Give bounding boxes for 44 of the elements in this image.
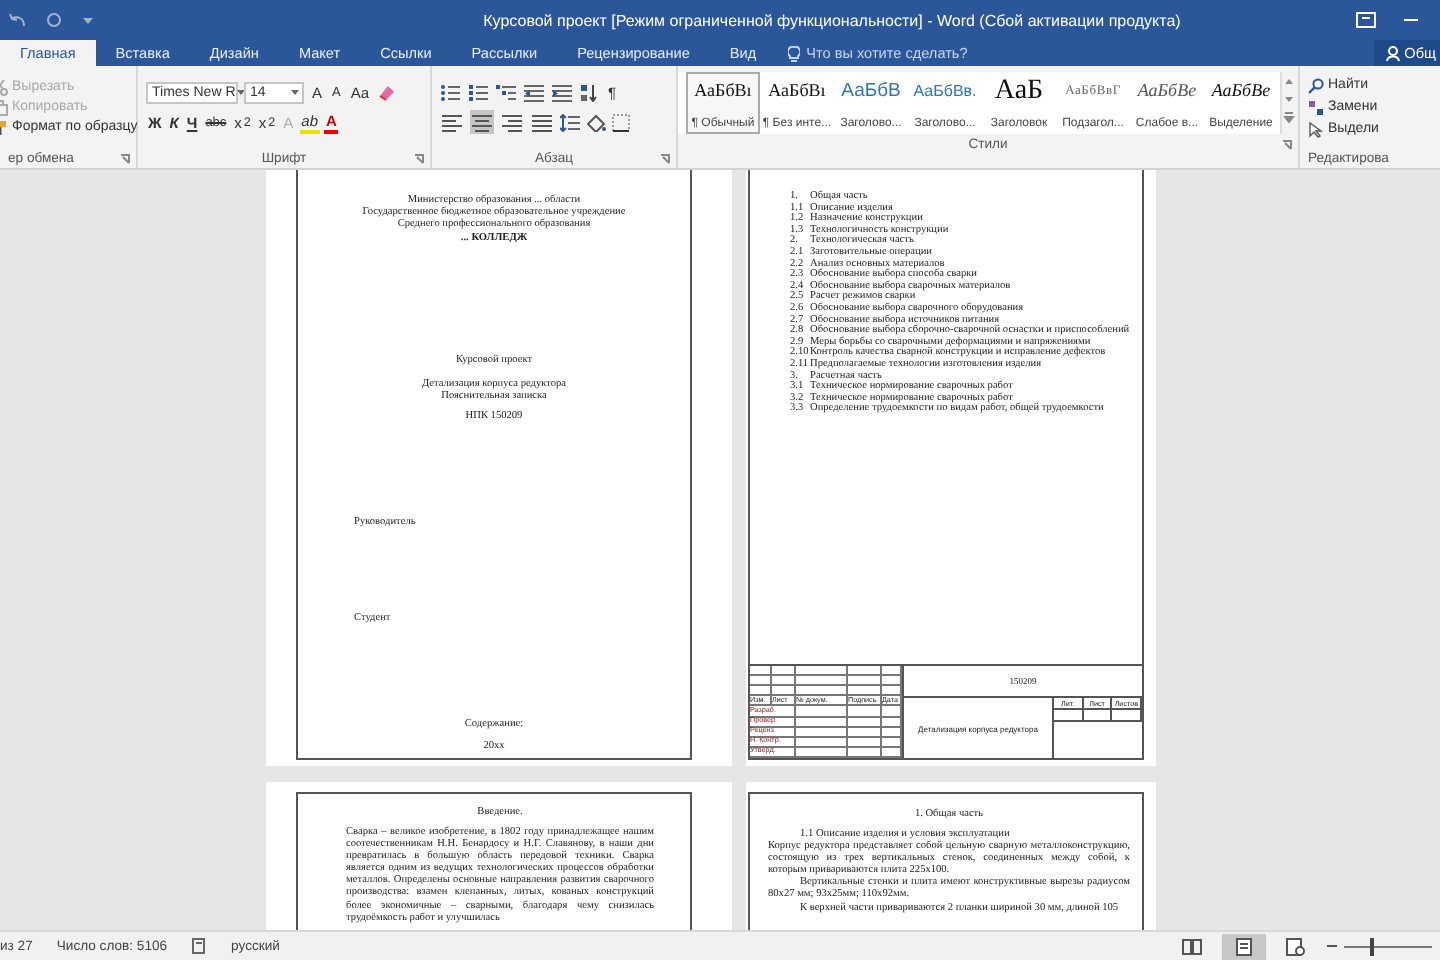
window-title: Курсовой проект [Режим ограниченной функциональности] - Word (Сбой активации продукта) — [481, 11, 1183, 29]
style-preview: АаБ — [994, 78, 1044, 104]
ribbon-options-icon[interactable] — [1356, 12, 1376, 28]
style-preview: АаБбВı — [768, 78, 826, 104]
page-icon — [1234, 937, 1254, 955]
style-preview: АаБбВ — [841, 78, 901, 104]
style-preview: АаБбВе — [1137, 78, 1197, 104]
dialog-launcher-icon[interactable] — [660, 154, 670, 164]
align-justify-button[interactable] — [530, 110, 554, 134]
style-preview: АаБбВı — [694, 78, 752, 104]
eraser-icon[interactable] — [377, 83, 396, 101]
zoom-thumb[interactable] — [1370, 937, 1375, 955]
borders-icon[interactable] — [612, 113, 630, 131]
page-view-button[interactable] — [1222, 933, 1266, 959]
dialog-launcher-icon[interactable] — [1282, 140, 1292, 150]
align-center-button[interactable] — [470, 110, 494, 134]
cursor-icon — [1308, 121, 1324, 137]
more-icon[interactable] — [1282, 108, 1296, 126]
multilevel-list-icon[interactable] — [496, 83, 516, 101]
person-icon — [1386, 45, 1401, 61]
dropdown-icon[interactable] — [82, 15, 94, 25]
sort-icon[interactable] — [580, 83, 598, 101]
gallery-scrollbar[interactable] — [1280, 72, 1298, 134]
align-left-button[interactable] — [440, 110, 464, 134]
style-preview: АаБбВе — [1211, 78, 1271, 104]
zoom-out-icon[interactable] — [1326, 940, 1338, 952]
align-right-button[interactable] — [500, 110, 524, 134]
dialog-launcher-icon[interactable] — [414, 154, 424, 164]
decrease-indent-icon[interactable] — [524, 83, 544, 101]
style-preview: АаБбВв. — [913, 80, 977, 104]
undo-icon[interactable] — [8, 12, 26, 28]
book-icon — [1182, 937, 1202, 955]
caret-icon[interactable] — [235, 88, 246, 96]
replace-icon — [1308, 99, 1324, 115]
lightbulb-icon — [788, 45, 801, 61]
increase-indent-icon[interactable] — [552, 83, 572, 101]
search-icon — [1308, 77, 1324, 93]
numbering-icon[interactable] — [468, 83, 488, 101]
globe-page-icon — [1286, 937, 1306, 955]
dialog-launcher-icon[interactable] — [120, 154, 130, 164]
line-spacing-icon[interactable] — [560, 113, 580, 131]
paint-bucket-icon[interactable] — [586, 113, 606, 131]
caret-icon[interactable] — [290, 88, 300, 96]
bullets-icon[interactable] — [440, 83, 460, 101]
